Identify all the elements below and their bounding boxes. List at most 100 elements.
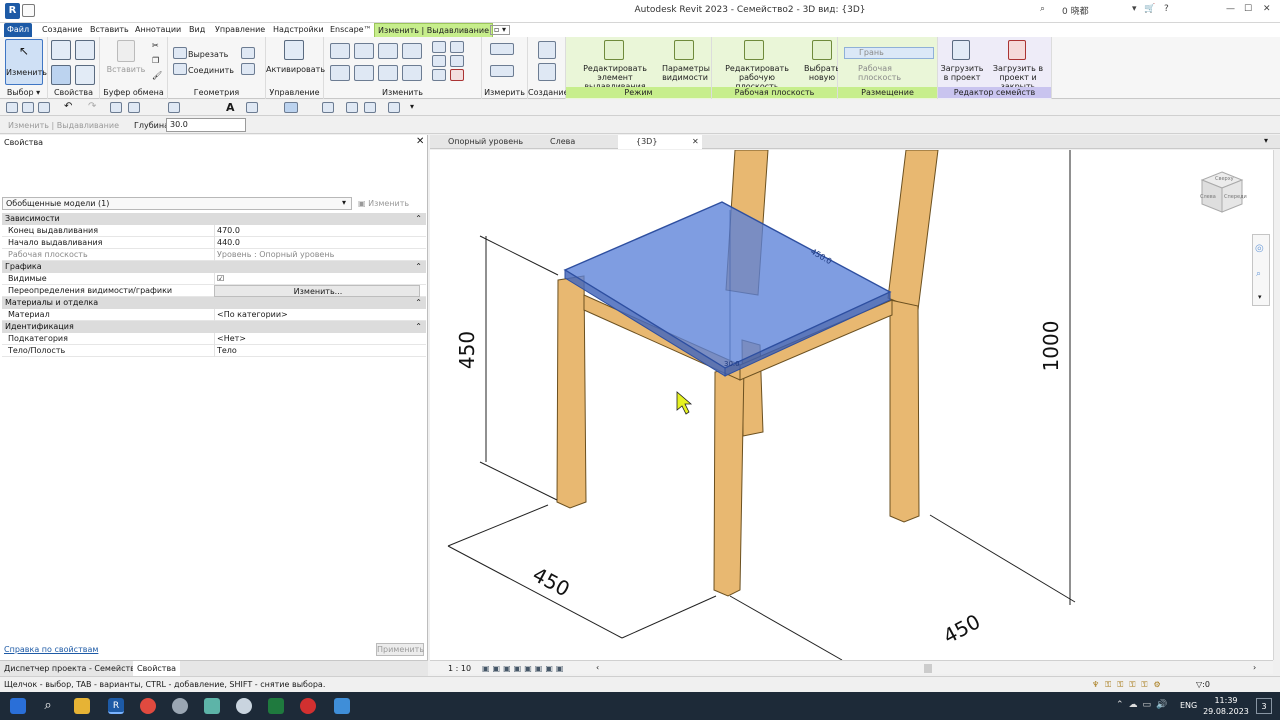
property-value[interactable]: Уровень : Опорный уровень bbox=[214, 249, 420, 261]
collapse-icon[interactable]: ⌃ bbox=[415, 261, 422, 273]
property-value[interactable]: 440.0 bbox=[214, 237, 420, 249]
dim-seat-height-text[interactable]: 450 bbox=[455, 331, 479, 369]
scroll-left-icon[interactable]: ‹ bbox=[596, 663, 599, 672]
user-account[interactable]: 0 晓都 bbox=[1062, 4, 1089, 17]
steering-wheel-icon[interactable]: ◎ bbox=[1255, 243, 1264, 254]
mirror-draw-icon[interactable] bbox=[402, 43, 422, 59]
nav-expand-icon[interactable]: ▾ bbox=[1258, 293, 1262, 301]
viewcube-face-left[interactable]: Слева bbox=[1200, 194, 1216, 200]
sync-icon[interactable] bbox=[38, 102, 50, 113]
tab-insert[interactable]: Вставить bbox=[87, 23, 132, 37]
dim-depth-text[interactable]: 450 bbox=[939, 609, 984, 648]
horizontal-scroll-thumb[interactable] bbox=[924, 664, 932, 673]
pin-icon[interactable] bbox=[432, 69, 446, 81]
scale-icon[interactable] bbox=[450, 55, 464, 67]
activate-dimensions-button[interactable]: Активировать bbox=[266, 65, 325, 74]
edit-type-button[interactable]: ▣ Изменить тип bbox=[358, 197, 424, 221]
save-icon[interactable] bbox=[22, 102, 34, 113]
family-category-icon[interactable] bbox=[75, 65, 95, 85]
visibility-settings-button[interactable]: Параметры видимости bbox=[662, 64, 710, 82]
join-geometry-button[interactable]: Соединить bbox=[188, 66, 234, 75]
visibility-settings-icon[interactable] bbox=[674, 40, 694, 60]
tab-modify-extrusion[interactable]: Изменить | Выдавливание bbox=[374, 23, 494, 37]
viewcube-face-top[interactable]: Сверху bbox=[1215, 176, 1234, 182]
app-icon[interactable] bbox=[172, 698, 188, 714]
tab-file[interactable]: Файл bbox=[4, 23, 33, 37]
tab-addins[interactable]: Надстройки bbox=[270, 23, 327, 37]
start-icon[interactable] bbox=[10, 698, 26, 714]
tab-enscape[interactable]: Enscape™ bbox=[327, 23, 375, 37]
app-icon[interactable] bbox=[204, 698, 220, 714]
language-indicator[interactable]: ENG bbox=[1180, 701, 1197, 710]
load-into-project-icon[interactable] bbox=[952, 40, 970, 60]
minimize-button[interactable]: — bbox=[1226, 4, 1235, 14]
filter-icon[interactable]: ▽:0 bbox=[1196, 677, 1210, 693]
undo-icon[interactable]: ↶ bbox=[64, 101, 72, 112]
type-properties-icon[interactable] bbox=[51, 40, 71, 60]
revit-logo[interactable]: R bbox=[5, 3, 20, 19]
property-value[interactable]: ☑ bbox=[214, 273, 420, 285]
selection-filter-icons[interactable]: ♆⚿⚿⚿⚿⚙ bbox=[1092, 677, 1167, 693]
pick-new-icon[interactable] bbox=[812, 40, 832, 60]
paste-icon[interactable] bbox=[117, 40, 135, 62]
search-icon[interactable]: ⌕ bbox=[40, 698, 56, 714]
array-icon[interactable] bbox=[432, 55, 446, 67]
cut-icon[interactable]: ✂ bbox=[152, 41, 159, 50]
aligned-dimension-icon[interactable] bbox=[168, 102, 180, 113]
photos-icon[interactable] bbox=[334, 698, 350, 714]
excel-icon[interactable] bbox=[268, 698, 284, 714]
enscape-icon[interactable] bbox=[364, 102, 376, 113]
ribbon-toggle-icon[interactable]: ▫ ▾ bbox=[490, 25, 510, 35]
modify-button[interactable]: ↖ Изменить bbox=[5, 39, 47, 85]
match-properties-icon[interactable]: 🖌 bbox=[152, 71, 162, 80]
sketch-dim-b[interactable]: 30.0 bbox=[724, 360, 740, 368]
copy-element-icon[interactable] bbox=[354, 65, 374, 81]
property-category[interactable]: Графика ⌃ bbox=[2, 261, 426, 273]
text-icon[interactable]: A bbox=[226, 101, 235, 114]
clock-time[interactable]: 11:39 bbox=[1210, 696, 1242, 705]
redo-icon[interactable]: ↷ bbox=[88, 101, 96, 112]
delete-icon[interactable] bbox=[450, 69, 464, 81]
app-icon[interactable] bbox=[236, 698, 252, 714]
panel-label-select[interactable]: Выбор ▾ bbox=[0, 87, 47, 98]
open-icon[interactable] bbox=[6, 102, 18, 113]
apply-button[interactable]: Применить bbox=[376, 643, 424, 656]
cut-geometry-button[interactable]: Вырезать bbox=[188, 50, 228, 59]
explorer-icon[interactable] bbox=[74, 698, 90, 714]
tab-view[interactable]: Вид bbox=[186, 23, 208, 37]
mirror-axis-icon[interactable] bbox=[378, 43, 398, 59]
scroll-right-icon[interactable]: › bbox=[1253, 663, 1256, 672]
vertical-scrollbar[interactable] bbox=[1273, 150, 1280, 660]
activate-dimensions-icon[interactable] bbox=[284, 40, 304, 60]
offset-icon[interactable] bbox=[354, 43, 374, 59]
tab-properties[interactable]: Свойства bbox=[133, 661, 181, 677]
search-icon[interactable]: ⌕ bbox=[1040, 4, 1045, 14]
clock-date[interactable]: 29.08.2023 bbox=[1202, 707, 1250, 716]
join-geometry-icon[interactable] bbox=[173, 63, 187, 75]
create-group-icon[interactable] bbox=[538, 41, 556, 59]
thin-lines-icon[interactable] bbox=[284, 102, 298, 113]
property-category[interactable]: Идентификация ⌃ bbox=[2, 321, 426, 333]
edit-extrusion-icon[interactable] bbox=[604, 40, 624, 60]
edit-overrides-button[interactable]: Изменить... bbox=[214, 285, 420, 297]
zoom-icon[interactable]: ⌕ bbox=[1256, 269, 1261, 279]
tab-create[interactable]: Создание bbox=[39, 23, 86, 37]
view-tab-3d[interactable]: {3D} ✕ bbox=[618, 135, 702, 149]
split-face-icon[interactable] bbox=[241, 47, 255, 59]
properties-help-link[interactable]: Справка по свойствам bbox=[4, 645, 98, 654]
collapse-icon[interactable]: ⌃ bbox=[415, 321, 422, 333]
viewcube[interactable]: Слева Спереди Сверху bbox=[1198, 168, 1247, 216]
dim-width-text[interactable]: 450 bbox=[529, 562, 574, 601]
place-on-face-button[interactable]: Грань bbox=[844, 47, 934, 59]
view-tab-ref-level[interactable]: Опорный уровень bbox=[430, 135, 530, 149]
quick-access-icon[interactable] bbox=[22, 4, 35, 17]
trim-icon[interactable] bbox=[402, 65, 422, 81]
dimension-icon[interactable] bbox=[490, 65, 514, 77]
depth-input[interactable]: 30.0 bbox=[166, 118, 246, 132]
property-category[interactable]: Материалы и отделка ⌃ bbox=[2, 297, 426, 309]
paste-button[interactable]: Вставить bbox=[104, 65, 148, 74]
customize-qat-icon[interactable]: ▾ bbox=[410, 102, 414, 111]
place-on-workplane-button[interactable]: Рабочая плоскость bbox=[844, 64, 934, 82]
tab-manage[interactable]: Управление bbox=[212, 23, 268, 37]
tab-project-browser[interactable]: Диспетчер проекта - Семейство2 bbox=[4, 664, 145, 673]
